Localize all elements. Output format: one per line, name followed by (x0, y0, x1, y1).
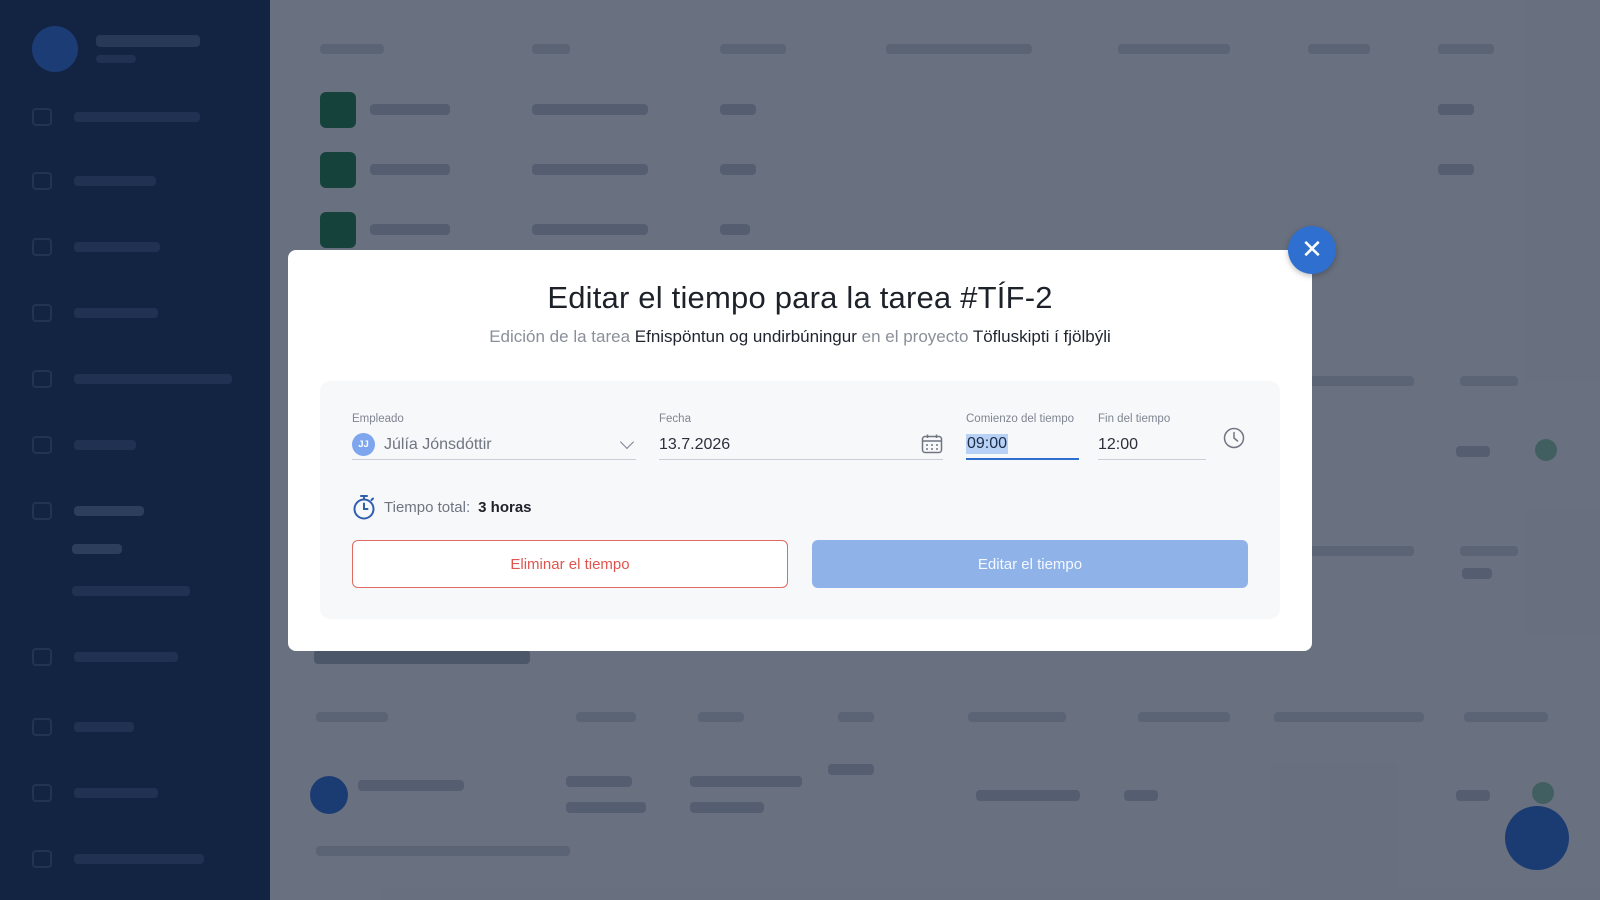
dialog-title: Editar el tiempo para la tarea #TÍF-2 (547, 280, 1053, 315)
end-time-value: 12:00 (1098, 435, 1139, 453)
total-time: Tiempo total: 3 horas (352, 494, 532, 520)
date-label: Fecha (659, 413, 691, 425)
chevron-down-icon (619, 434, 635, 450)
subtitle-middle: en el proyecto (861, 327, 969, 346)
start-time-label: Comienzo del tiempo (966, 413, 1075, 425)
project-name: Töfluskipti í fjölbýli (972, 327, 1111, 346)
close-dialog-button[interactable]: ✕ (1288, 226, 1336, 274)
calendar-icon[interactable] (921, 434, 943, 454)
start-time-input[interactable]: 09:00 (966, 430, 1079, 460)
employee-label: Empleado (352, 413, 404, 425)
clock-icon[interactable] (1223, 427, 1245, 449)
time-form-panel: Empleado JJ Júlía Jónsdóttir Fecha 13.7.… (320, 381, 1280, 619)
dialog-subtitle: Edición de la tarea Efnispöntun og undir… (288, 327, 1312, 347)
date-value: 13.7.2026 (659, 435, 731, 453)
subtitle-prefix: Edición de la tarea (489, 327, 631, 346)
total-time-label: Tiempo total: (384, 498, 471, 516)
total-time-value: 3 horas (478, 498, 532, 516)
delete-time-button[interactable]: Eliminar el tiempo (352, 540, 788, 588)
start-time-value: 09:00 (966, 434, 1009, 454)
end-time-input[interactable]: 12:00 (1098, 430, 1206, 460)
end-time-label: Fin del tiempo (1098, 413, 1171, 425)
edit-time-button[interactable]: Editar el tiempo (812, 540, 1248, 588)
employee-name: Júlía Jónsdóttir (384, 435, 492, 453)
close-icon: ✕ (1301, 235, 1323, 265)
date-input[interactable]: 13.7.2026 (659, 430, 943, 460)
task-name: Efnispöntun og undirbúningur (634, 327, 857, 346)
employee-select[interactable]: JJ Júlía Jónsdóttir (352, 430, 636, 460)
edit-time-dialog: Editar el tiempo para la tarea #TÍF-2 Ed… (288, 250, 1312, 651)
employee-avatar: JJ (352, 433, 375, 456)
stopwatch-icon (353, 495, 375, 520)
